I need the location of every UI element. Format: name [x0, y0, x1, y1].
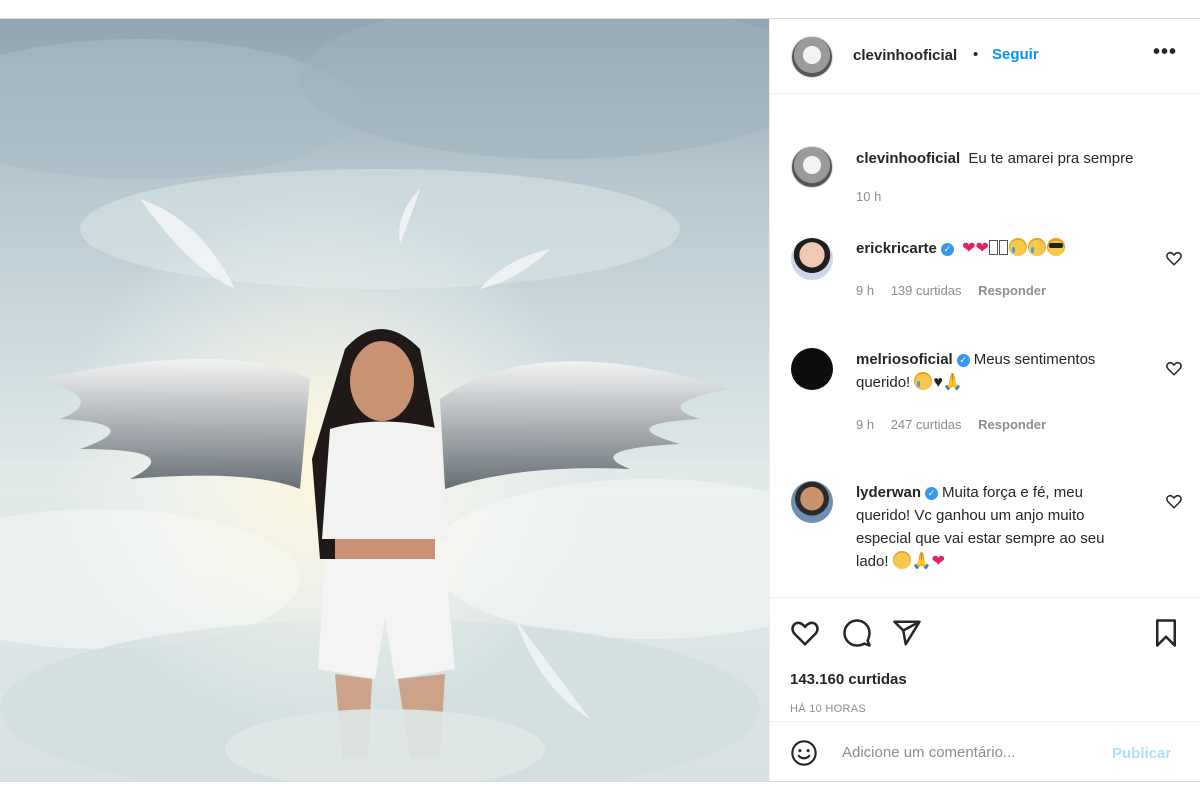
comment-composer: Publicar — [770, 721, 1200, 781]
comment-username[interactable]: lyderwan — [856, 484, 921, 501]
comment-meta: 9 h 139 curtidas Responder — [856, 283, 1059, 298]
emoji-smiley-icon[interactable] — [790, 739, 818, 767]
caption-meta: 10 h — [856, 189, 894, 204]
sunglasses-face-emoji-icon — [1046, 238, 1065, 256]
angel-in-clouds-photo — [0, 19, 769, 781]
like-comment-heart-icon[interactable] — [1165, 492, 1183, 510]
comment-username[interactable]: erickricarte — [856, 240, 937, 257]
folded-hands-emoji-icon: 🙏 — [911, 553, 932, 570]
comment-body-line3: especial que vai estar sempre ao seu — [856, 530, 1105, 547]
black-heart-emoji-icon: ♥ — [933, 374, 943, 391]
broken-heart-emoji-icon: ❤ — [975, 240, 989, 257]
verified-badge-icon: ✓ — [925, 487, 939, 500]
save-bookmark-icon[interactable] — [1151, 618, 1181, 648]
caption-time[interactable]: 10 h — [856, 189, 881, 204]
comment-meta: 9 h 247 curtidas Responder — [856, 417, 1059, 432]
comment-input[interactable] — [842, 738, 1102, 766]
header-separator: • — [973, 46, 979, 63]
comment-body-line4: lado! — [856, 553, 889, 570]
post-timestamp[interactable]: HÁ 10 HORAS — [790, 703, 866, 715]
likes-count[interactable]: 143.160 curtidas — [790, 671, 907, 688]
crying-face-emoji-icon — [1008, 238, 1027, 256]
comment-body-line2: querido! — [856, 374, 911, 391]
comment-body-line1: Meus sentimentos — [973, 351, 1096, 368]
verified-badge-icon: ✓ — [956, 354, 970, 367]
reply-button[interactable]: Responder — [978, 417, 1046, 432]
caption-body: Eu te amarei pra sempre — [968, 150, 1134, 167]
comment-likes[interactable]: 247 curtidas — [891, 417, 962, 432]
share-paper-plane-icon[interactable] — [892, 618, 922, 648]
author-avatar[interactable] — [791, 36, 833, 78]
comment-avatar[interactable] — [791, 238, 833, 280]
crying-face-emoji-icon — [914, 372, 933, 390]
comment-body-line2: querido! Vc ganhou um anjo muito — [856, 507, 1085, 524]
caption-text: clevinhooficial Eu te amarei pra sempre — [856, 147, 1156, 170]
red-heart-emoji-icon: ❤ — [931, 553, 946, 570]
post-image[interactable] — [0, 19, 769, 781]
comment-body-line1: Muita força e fé, meu — [942, 484, 1083, 501]
instagram-post: clevinhooficial • Seguir ••• clevinhoofi… — [0, 18, 1200, 782]
caption-username[interactable]: clevinhooficial — [856, 150, 960, 167]
comment-time[interactable]: 9 h — [856, 417, 874, 432]
sad-face-emoji-icon — [892, 551, 911, 569]
missing-glyph-icon — [988, 240, 998, 255]
like-heart-icon[interactable] — [790, 618, 820, 648]
comment-bubble-icon[interactable] — [842, 618, 872, 648]
post-header: clevinhooficial • Seguir ••• — [770, 19, 1200, 94]
follow-button[interactable]: Seguir — [992, 46, 1039, 63]
comment-time[interactable]: 9 h — [856, 283, 874, 298]
comment-text: melriosoficial ✓ Meus sentimentos querido!… — [856, 348, 1156, 394]
crying-face-emoji-icon — [1027, 238, 1046, 256]
comment-avatar[interactable] — [791, 348, 833, 390]
post-actions: 143.160 curtidas HÁ 10 HORAS — [770, 597, 1200, 721]
publish-button[interactable]: Publicar — [1112, 745, 1171, 762]
comment-username[interactable]: melriosoficial — [856, 351, 953, 368]
comments-list[interactable]: clevinhooficial Eu te amarei pra sempre … — [770, 95, 1200, 597]
folded-hands-emoji-icon: 🙏 — [942, 374, 963, 391]
comment-avatar[interactable] — [791, 481, 833, 523]
comment-likes[interactable]: 139 curtidas — [891, 283, 962, 298]
reply-button[interactable]: Responder — [978, 283, 1046, 298]
comment-text: erickricarte ✓ ❤❤ — [856, 237, 1156, 260]
author-username[interactable]: clevinhooficial — [853, 47, 957, 64]
like-comment-heart-icon[interactable] — [1165, 249, 1183, 267]
verified-badge-icon: ✓ — [940, 243, 954, 256]
comment-text: lyderwan ✓ Muita força e fé, meu querido! … — [856, 481, 1156, 573]
more-options-icon[interactable]: ••• — [1150, 41, 1180, 71]
post-side-panel: clevinhooficial • Seguir ••• clevinhoofi… — [769, 19, 1200, 781]
caption-avatar[interactable] — [791, 146, 833, 188]
like-comment-heart-icon[interactable] — [1165, 359, 1183, 377]
missing-glyph-icon — [998, 240, 1008, 255]
broken-heart-emoji-icon: ❤ — [962, 240, 976, 257]
